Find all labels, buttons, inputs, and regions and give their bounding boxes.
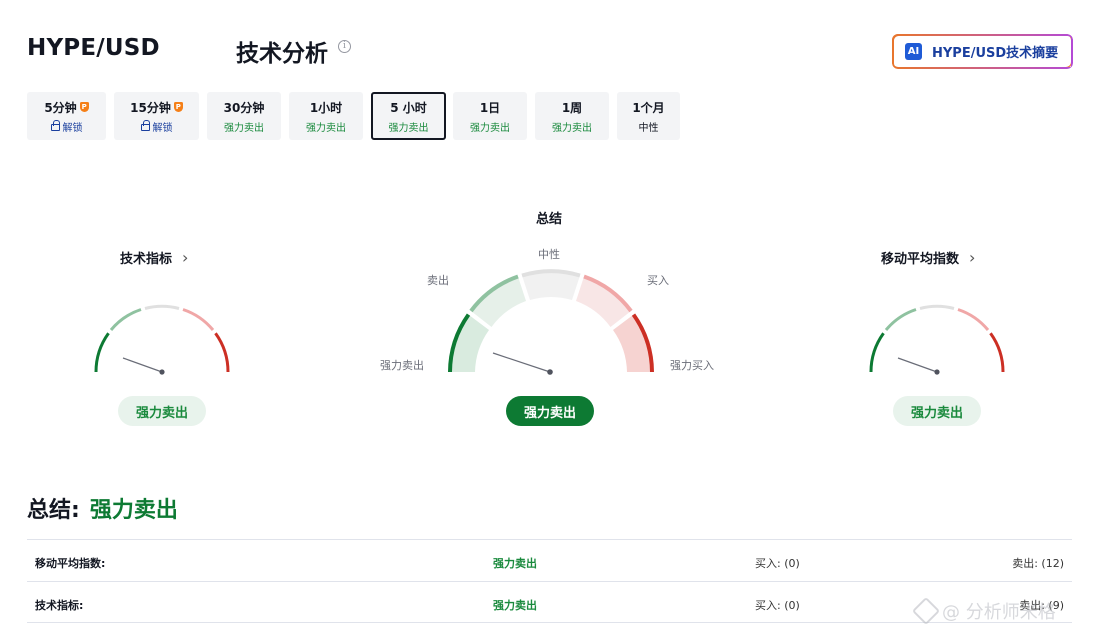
page-title: 技术分析 [236,41,328,67]
lock-icon [50,120,60,131]
summary-heading: 总结: 强力卖出 [27,492,178,524]
ai-summary-label: HYPE/USD技术摘要 [932,45,1059,61]
table-row: 移动平均指数: 强力卖出 买入: (0) 卖出: (12) [27,539,1072,581]
technical-result-badge: 强力卖出 [118,396,206,426]
row-sell-count: 卖出: (12) [1012,557,1064,570]
tab-30min[interactable]: 30分钟 强力卖出 [207,92,281,140]
row-summary: 强力卖出 [493,599,537,612]
label-strong-sell: 强力卖出 [380,359,424,372]
gauge-needle [897,357,938,373]
label-neutral: 中性 [538,248,560,261]
tab-1week[interactable]: 1周 强力卖出 [535,92,609,140]
tab-5hour[interactable]: 5 小时 强力卖出 [371,92,446,140]
tab-status: 强力卖出 [552,122,592,134]
watermark-icon [911,596,941,626]
tab-label: 1小时 [309,100,343,115]
tab-status: 解锁 [62,122,83,134]
chevron-right-icon: › [969,248,976,267]
row-name: 移动平均指数: [35,557,106,570]
tab-status: 中性 [638,122,659,134]
summary-value: 强力卖出 [89,498,178,523]
watermark-text: @ 分析师米格 [942,602,1056,623]
tab-status: 强力卖出 [388,122,429,134]
moving-averages-gauge [869,304,1005,375]
tab-status: 强力卖出 [306,122,346,134]
technical-gauge [94,304,230,375]
tab-label: 5 小时 [390,100,427,115]
tab-label: 1周 [561,100,583,115]
lock-icon [140,120,150,131]
tab-status: 解锁 [152,122,173,134]
summary-result-badge: 强力卖出 [506,396,594,426]
gauge-needle [122,357,163,373]
summary-label: 总结: [27,498,80,523]
tab-15min[interactable]: 15分钟 P 解锁 [114,92,199,140]
gauge-title: 技术指标 [120,252,173,267]
tab-label: 15分钟 [130,100,171,115]
chevron-right-icon: › [182,248,189,267]
moving-averages-link[interactable]: 移动平均指数 › [881,248,975,267]
row-name: 技术指标: [35,599,84,612]
ai-summary-button[interactable]: AI HYPE/USD技术摘要 [892,34,1072,68]
gauge-title: 总结 [536,212,563,227]
tab-1hour[interactable]: 1小时 强力卖出 [289,92,363,140]
summary-gauge-title: 总结 [536,208,562,227]
row-summary: 强力卖出 [493,557,537,570]
tab-5min[interactable]: 5分钟 P 解锁 [27,92,106,140]
tab-1day[interactable]: 1日 强力卖出 [453,92,527,140]
moving-averages-result-badge: 强力卖出 [893,396,981,426]
tab-1month[interactable]: 1个月 中性 [617,92,680,140]
info-icon[interactable]: i [338,40,351,53]
row-buy-count: 买入: (0) [755,599,800,612]
tab-status: 强力卖出 [470,122,510,134]
ai-icon: AI [905,42,922,60]
gauge-needle [492,352,551,373]
watermark: @ 分析师米格 [911,596,1056,626]
tab-label: 1日 [479,100,501,115]
row-buy-count: 买入: (0) [755,557,800,570]
tab-status: 强力卖出 [224,122,264,134]
technical-indicators-link[interactable]: 技术指标 › [120,248,188,267]
tab-label: 5分钟 [44,100,77,115]
pro-icon: P [79,102,89,112]
tab-label: 30分钟 [223,100,265,115]
label-strong-buy: 强力买入 [670,359,714,372]
pro-icon: P [173,102,183,112]
summary-gauge [448,269,654,375]
gauge-title: 移动平均指数 [881,252,960,267]
tab-label: 1个月 [632,100,665,115]
pair-title: HYPE/USD [27,35,160,61]
